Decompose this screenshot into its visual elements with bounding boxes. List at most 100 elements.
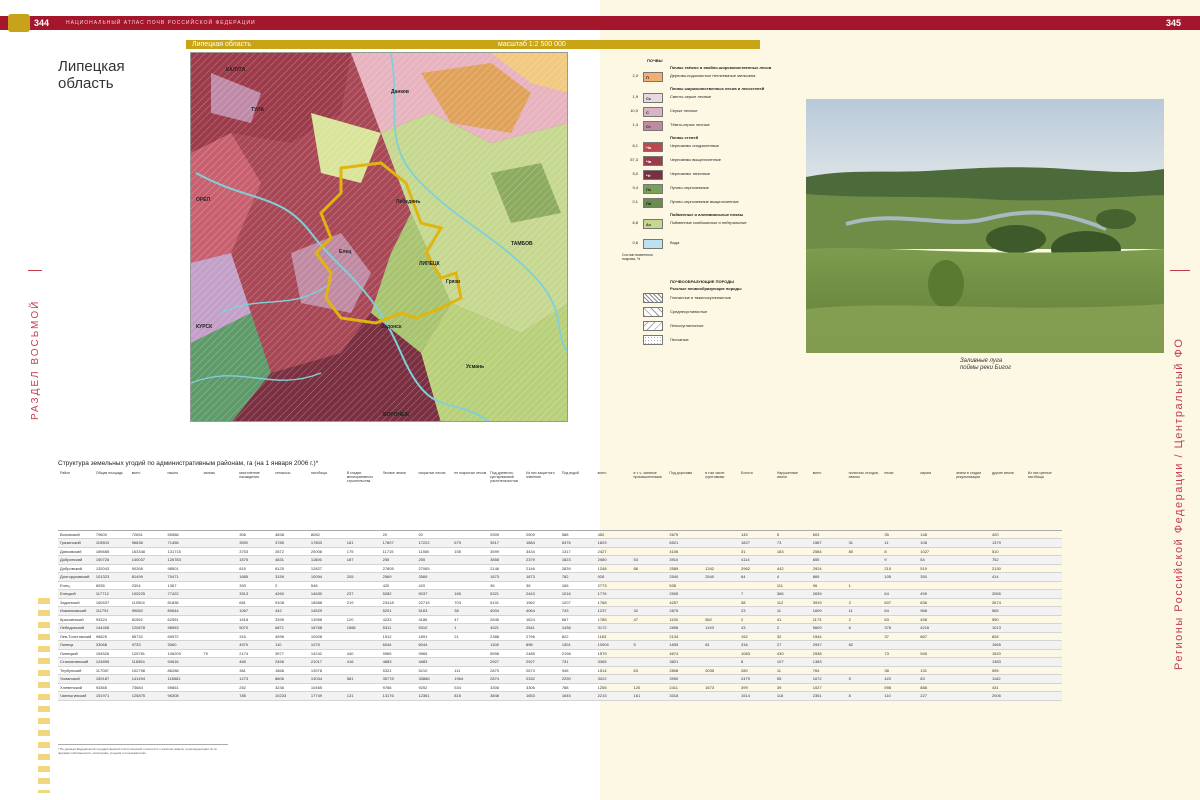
table-cell xyxy=(846,572,883,582)
table-cell: 41 xyxy=(774,615,811,624)
table-cell: 743 xyxy=(559,606,596,616)
table-cell: 1685 xyxy=(237,572,274,582)
emblem-icon xyxy=(8,14,30,32)
table-cell: 1162 xyxy=(989,674,1026,684)
photo-caption: Заливные луга поймы реки Бигог xyxy=(960,358,1011,372)
table-cell xyxy=(703,606,740,616)
table-cell: 1873 xyxy=(523,572,560,582)
table-cell: 5210 xyxy=(416,666,453,675)
map-label: Елец xyxy=(339,249,352,255)
table-cell: 1173 xyxy=(810,615,847,624)
table-cell: 1965 xyxy=(989,640,1026,650)
table-cell: 99082 xyxy=(129,606,166,616)
table-cell xyxy=(1025,547,1062,556)
table-cell: 38 xyxy=(452,606,489,616)
table-cell xyxy=(739,581,775,590)
table-cell: 183 xyxy=(774,547,811,556)
table-cell: 675 xyxy=(452,538,489,548)
table-cell xyxy=(989,581,1026,590)
table-cell xyxy=(344,606,381,616)
table-cell: 2569 xyxy=(380,572,417,582)
table-cell: 32 xyxy=(774,632,811,641)
column-header: сенокосы xyxy=(273,470,309,531)
table-cell: 2146 xyxy=(523,564,560,573)
table-cell: 81836 xyxy=(165,598,202,607)
table-cell xyxy=(954,649,990,658)
table-cell: 11 xyxy=(774,666,811,675)
table-cell: 1673 xyxy=(703,683,740,692)
table-cell: 5321 xyxy=(380,666,417,675)
map-label: ОРЁЛ xyxy=(196,196,211,203)
legend-pattern-swatch xyxy=(643,321,663,331)
table-cell: 71456 xyxy=(165,538,202,548)
table-cell xyxy=(201,538,238,548)
table-cell: 4216 xyxy=(918,623,955,633)
table-cell: 4596 xyxy=(273,632,309,641)
table-cell: 107 xyxy=(774,657,811,667)
table-cell: 6044 xyxy=(416,640,453,650)
table-cell xyxy=(344,640,381,650)
table-cell xyxy=(954,623,990,633)
table-cell: 102798 xyxy=(129,666,166,675)
table-cell: 93365 xyxy=(93,683,130,692)
legend-note: Состав почвенного покрова, % xyxy=(622,253,653,261)
land-use-table: Район Общая площадь всего пашня залежь многол… xyxy=(58,470,1062,701)
table-cell: 11 xyxy=(774,606,811,616)
table-cell: 86 xyxy=(631,564,668,573)
table-cell: 39 xyxy=(774,683,811,692)
table-cell: 2924 xyxy=(810,564,847,573)
table-cell: 4186 xyxy=(416,615,453,624)
divider xyxy=(1170,270,1190,271)
table-cell xyxy=(703,598,740,607)
table-cell: 13034 xyxy=(308,674,345,684)
table-cell: 5321 xyxy=(488,589,524,599)
map-label: Лебедянь xyxy=(396,198,420,205)
table-cell: 100225 xyxy=(129,589,166,599)
table-cell: 1566 xyxy=(344,623,381,633)
table-cell: 13978 xyxy=(308,666,345,675)
table-cell: 1301 xyxy=(559,640,596,650)
table-cell: 4521 xyxy=(488,623,524,633)
table-cell: 815 xyxy=(452,691,489,701)
map-label: Усмань xyxy=(466,364,484,370)
table-cell: 3060 xyxy=(165,640,202,650)
table-cell: 2584 xyxy=(810,547,847,556)
table-cell: 2538 xyxy=(810,649,847,658)
table-cell: 62551 xyxy=(165,615,202,624)
legend-percent: 6,8 xyxy=(632,220,638,225)
table-cell: 2411 xyxy=(667,683,704,692)
table-cell: 27805 xyxy=(380,564,417,573)
table-cell: 96 xyxy=(810,581,847,590)
column-header: пашня xyxy=(165,470,202,531)
column-header: многолетние насаждения xyxy=(237,470,274,531)
table-cell: 1768 xyxy=(595,598,632,607)
table-cell xyxy=(954,606,990,616)
table-row: Становлянский 124895 116554 94616 465 2456 210… xyxy=(58,657,1062,667)
table-cell: 98501 xyxy=(165,564,202,573)
table-cell: 2304 xyxy=(129,581,166,590)
table-cell xyxy=(774,555,811,565)
table-cell: 4260 xyxy=(273,589,309,599)
table-cell: 35 xyxy=(882,530,919,539)
map-label: ТУЛА xyxy=(251,107,264,113)
legend-row: 2,3 П Дерново-подзолистые неглееватые ме… xyxy=(622,70,792,84)
table-cell xyxy=(703,530,740,539)
table-cell: 3910 xyxy=(667,555,704,565)
table-cell: 1776 xyxy=(595,589,632,599)
legend-label: Лугово-черноземные выщелоченные xyxy=(670,199,739,204)
map-strip: Липецкая область масштаб 1:2 500 000 xyxy=(186,40,760,49)
table-cell: 1150 xyxy=(667,615,704,624)
legend-row: 0,6 Вода xyxy=(622,237,792,251)
table-cell xyxy=(882,581,919,590)
table-cell: 3821 xyxy=(667,657,704,667)
table-cell: 1624 xyxy=(523,615,560,624)
table-cell: 5 xyxy=(631,640,668,650)
table-cell: 1067 xyxy=(237,606,274,616)
table-cell: 11 xyxy=(846,606,883,616)
table-cell: 1013 xyxy=(989,623,1026,633)
page-number-right: 345 xyxy=(1166,18,1182,28)
table-cell: 2 xyxy=(846,615,883,624)
table-cell xyxy=(452,649,489,658)
table-cell: 590 xyxy=(989,615,1026,624)
table-cell: 2796 xyxy=(523,632,560,641)
